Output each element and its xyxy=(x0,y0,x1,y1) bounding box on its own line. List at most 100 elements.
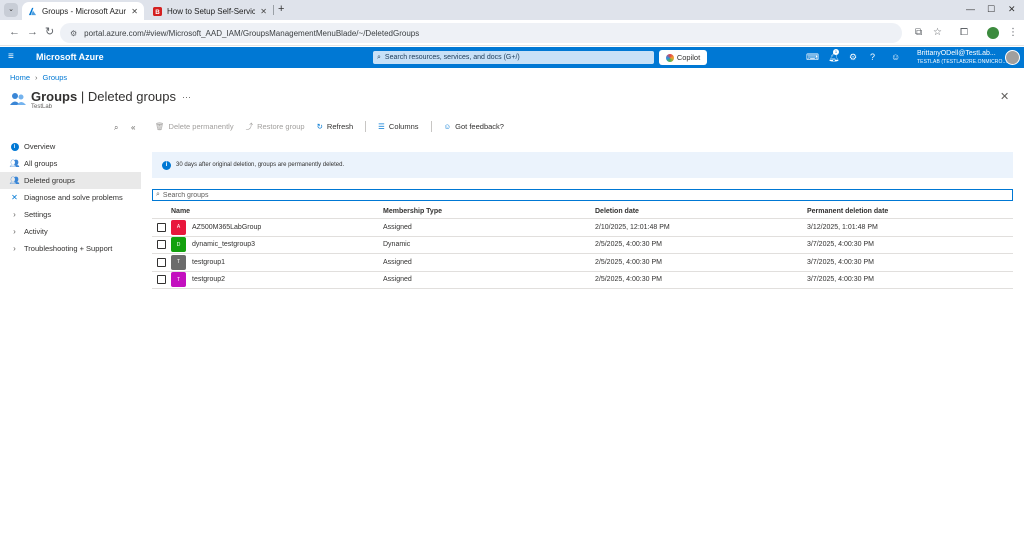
tab-search-chevron-icon[interactable]: ⌄ xyxy=(4,3,18,17)
more-options-icon[interactable]: ··· xyxy=(182,92,191,102)
copilot-button[interactable]: Copilot xyxy=(659,50,707,65)
groups-icon xyxy=(10,93,26,105)
row-checkbox[interactable] xyxy=(157,222,166,232)
azure-top-bar: ≡ Microsoft Azure ⌕ Search resources, se… xyxy=(0,47,1024,68)
group-name[interactable]: AZ500M365LabGroup xyxy=(192,224,261,231)
table-row[interactable]: Ddynamic_testgroup3 Dynamic 2/5/2025, 4:00… xyxy=(152,237,1013,254)
columns-button[interactable]: ☰ Columns xyxy=(378,122,418,131)
search-groups-input[interactable] xyxy=(162,191,963,199)
sidebar-item-activity[interactable]: › Activity xyxy=(0,223,141,240)
row-check-cell xyxy=(152,222,171,232)
back-icon[interactable]: ← xyxy=(9,26,20,39)
nav-search-icon[interactable]: ⌕ xyxy=(114,123,118,133)
row-checkbox[interactable] xyxy=(157,275,166,285)
group-name[interactable]: testgroup2 xyxy=(192,276,225,283)
delete-permanently-button[interactable]: 🗑︎ Delete permanently xyxy=(155,122,234,131)
search-icon: ⌕ xyxy=(156,191,160,198)
sidebar-item-label: Overview xyxy=(24,142,56,151)
row-checkbox[interactable] xyxy=(157,240,166,250)
sidebar-item-all-groups[interactable]: 👥︎ All groups xyxy=(0,155,141,172)
table-row[interactable]: A AZ500M365LabGroup Assigned 2/10/2025, 12:… xyxy=(152,219,1013,237)
azure-brand[interactable]: Microsoft Azure xyxy=(36,52,104,62)
close-blade-icon[interactable]: ✕ xyxy=(1000,90,1009,103)
command-separator xyxy=(365,121,367,132)
collapse-nav-icon[interactable]: « xyxy=(131,123,135,132)
restore-icon: ⤴ xyxy=(245,122,254,131)
feedback-button[interactable]: ☺ Got feedback? xyxy=(444,122,504,131)
search-groups-box[interactable]: ⌕ xyxy=(152,189,1013,201)
sidebar-item-label: All groups xyxy=(24,159,58,168)
refresh-icon: ↻ xyxy=(316,122,323,131)
table-row[interactable]: Ttestgroup1 Assigned 2/5/2025, 4:00:30 PM 3… xyxy=(152,254,1013,272)
browser-tab-groups[interactable]: Groups - Microsoft Azure ✕ xyxy=(22,2,144,20)
group-name-cell: A AZ500M365LabGroup xyxy=(171,219,383,235)
table-row[interactable]: Ttestgroup2 Assigned 2/5/2025, 4:00:30 PM 3… xyxy=(152,272,1013,289)
tab-title: Groups - Microsoft Azure xyxy=(42,6,127,16)
membership-type-cell: Assigned xyxy=(383,223,412,231)
row-checkbox[interactable] xyxy=(157,257,166,267)
sidebar-item-deleted-groups[interactable]: 👥︎ Deleted groups xyxy=(0,172,141,189)
portal-menu-icon[interactable]: ≡ xyxy=(8,52,14,62)
browser-tab-strip: ⌄ Groups - Microsoft Azure ✕ B How to Se… xyxy=(0,0,1024,20)
settings-gear-icon[interactable]: ⚙ xyxy=(849,52,857,63)
sidebar-item-label: Activity xyxy=(24,227,48,236)
avatar[interactable] xyxy=(1005,50,1020,65)
tab-title: How to Setup Self-Servic xyxy=(167,6,256,16)
maximize-icon[interactable]: ☐ xyxy=(987,4,995,14)
close-window-icon[interactable]: ✕ xyxy=(1008,4,1016,14)
browser-tab-how-to[interactable]: B How to Setup Self-Servic ✕ xyxy=(147,2,273,20)
close-tab-icon[interactable]: ✕ xyxy=(260,7,267,16)
column-header-deletion-date[interactable]: Deletion date xyxy=(595,208,807,215)
breadcrumb-groups[interactable]: Groups xyxy=(43,73,68,82)
sidebar-item-label: Troubleshooting + Support xyxy=(24,244,113,253)
feedback-icon[interactable]: ☺ xyxy=(891,52,900,63)
cast-icon[interactable]: ⧉ xyxy=(915,26,922,39)
address-bar[interactable]: ⚙ portal.azure.com/#view/Microsoft_AAD_I… xyxy=(60,23,902,43)
restore-group-button[interactable]: ⤴ Restore group xyxy=(246,121,305,132)
bookmark-star-icon[interactable]: ☆ xyxy=(933,26,942,39)
user-name: BrittanyODell@TestLab... xyxy=(917,50,996,57)
account-menu[interactable]: BrittanyODell@TestLab... TESTLAB (TESTLA… xyxy=(917,49,1007,66)
sidebar-item-diagnose-and-solve-problems[interactable]: ✕ Diagnose and solve problems xyxy=(0,189,141,206)
permanent-deletion-date-cell: 3/7/2025, 4:00:30 PM xyxy=(807,276,874,284)
cloud-shell-icon[interactable]: ⌨ xyxy=(806,52,819,63)
breadcrumb-home[interactable]: Home xyxy=(10,73,30,82)
group-name[interactable]: testgroup1 xyxy=(192,259,225,266)
page-title: Groups | Deleted groups xyxy=(31,89,176,104)
sidebar-item-settings[interactable]: › Settings xyxy=(0,206,141,223)
row-check-cell xyxy=(152,240,171,250)
chevron-right-icon: › xyxy=(13,210,16,219)
copilot-icon xyxy=(665,53,674,62)
refresh-button[interactable]: ↻ Refresh xyxy=(317,122,354,131)
restore-group-label: Restore group xyxy=(257,122,305,131)
permanent-deletion-date-cell: 3/7/2025, 4:00:30 PM xyxy=(807,241,874,249)
azure-logo-icon xyxy=(28,7,37,15)
copilot-label: Copilot xyxy=(676,53,701,62)
breadcrumb: Home › Groups xyxy=(10,73,67,82)
page-subtitle: TestLab xyxy=(31,104,53,110)
column-header-name[interactable]: Name xyxy=(171,208,383,215)
browser-menu-icon[interactable]: ⋮ xyxy=(1008,26,1018,39)
column-header-permanent-deletion-date[interactable]: Permanent deletion date xyxy=(807,208,1013,215)
global-search-input[interactable]: ⌕ Search resources, services, and docs (… xyxy=(373,51,654,64)
close-tab-icon[interactable]: ✕ xyxy=(131,7,138,16)
minimize-icon[interactable]: — xyxy=(966,4,975,14)
user-tenant: TESTLAB (TESTLAB2RE.ONMICRO... xyxy=(917,59,1007,65)
feedback-person-icon: ☺ xyxy=(443,122,452,131)
site-info-icon[interactable]: ⚙ xyxy=(70,29,77,38)
breadcrumb-chevron-icon: › xyxy=(35,73,38,82)
help-icon[interactable]: ? xyxy=(870,52,875,63)
extensions-icon[interactable]: ⧠ xyxy=(960,26,968,39)
group-avatar: A xyxy=(171,219,186,235)
sidebar-item-troubleshooting-support[interactable]: › Troubleshooting + Support xyxy=(0,240,141,257)
forward-icon[interactable]: → xyxy=(27,26,38,39)
sidebar-item-overview[interactable]: i Overview xyxy=(0,138,141,155)
left-nav: i Overview 👥︎ All groups 👥︎ Deleted groups ✕ Di… xyxy=(0,138,141,257)
reload-icon[interactable]: ↻ xyxy=(45,26,54,39)
column-header-membership-type[interactable]: Membership Type xyxy=(383,208,595,215)
group-name[interactable]: dynamic_testgroup3 xyxy=(192,241,255,248)
browser-profile-avatar[interactable] xyxy=(987,27,999,39)
global-search-placeholder: Search resources, services, and docs (G+… xyxy=(384,54,520,61)
group-name-cell: Ddynamic_testgroup3 xyxy=(171,237,383,253)
new-tab-icon[interactable]: + xyxy=(278,3,284,15)
